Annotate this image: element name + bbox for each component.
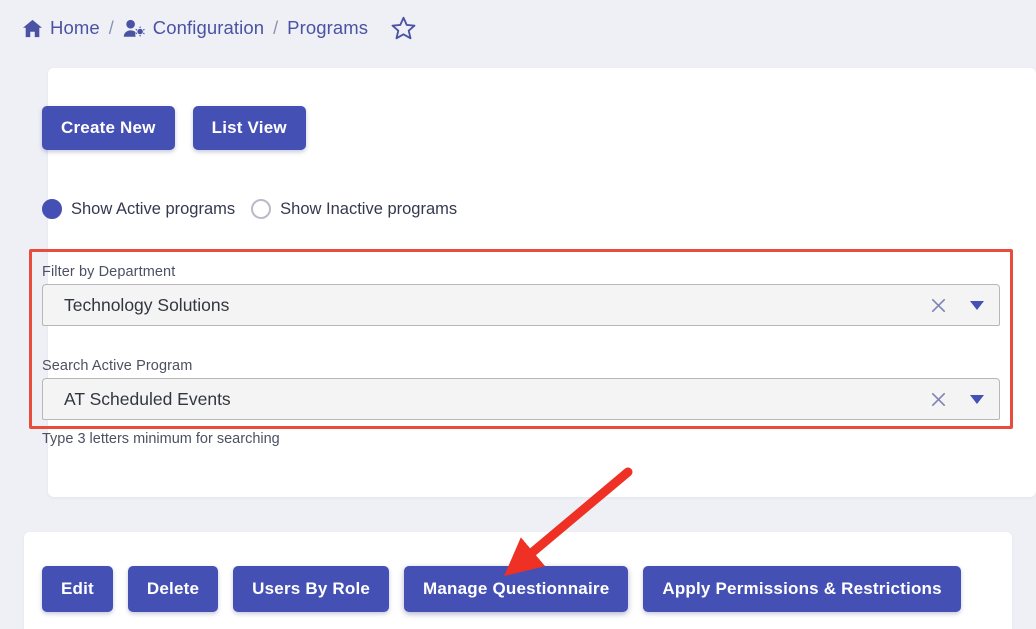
radio-show-inactive-programs[interactable]: Show Inactive programs: [251, 199, 457, 219]
breadcrumb-item-configuration[interactable]: Configuration: [123, 17, 264, 39]
program-search-label: Search Active Program: [42, 358, 193, 374]
chevron-down-icon[interactable]: [955, 300, 999, 310]
breadcrumb-label-home: Home: [50, 17, 100, 38]
department-filter-field: Filter by Department Technology Solution…: [42, 264, 1000, 326]
caret-triangle: [970, 394, 984, 404]
home-icon: [22, 19, 43, 38]
caret-triangle: [970, 300, 984, 310]
chevron-down-icon[interactable]: [955, 394, 999, 404]
department-select-value: Technology Solutions: [64, 294, 230, 315]
top-button-group: Create New List View: [42, 106, 306, 150]
create-new-button[interactable]: Create New: [42, 106, 175, 150]
breadcrumb-label-configuration: Configuration: [152, 17, 265, 38]
radio-indicator-active[interactable]: [42, 199, 62, 219]
delete-button[interactable]: Delete: [127, 566, 219, 612]
user-settings-icon: [123, 19, 146, 38]
radio-label-inactive: Show Inactive programs: [280, 199, 458, 218]
star-outline-icon[interactable]: [390, 15, 417, 41]
edit-button[interactable]: Edit: [42, 566, 113, 612]
list-view-button[interactable]: List View: [192, 106, 306, 150]
radio-indicator-inactive[interactable]: [251, 199, 272, 219]
breadcrumb-item-home[interactable]: Home: [22, 17, 100, 39]
program-select-value: AT Scheduled Events: [64, 388, 231, 409]
program-select[interactable]: AT Scheduled Events: [42, 378, 1000, 420]
apply-permissions-button[interactable]: Apply Permissions & Restrictions: [643, 566, 961, 612]
action-button-group: Edit Delete Users By Role Manage Questio…: [42, 566, 961, 612]
breadcrumb-separator-2: /: [273, 17, 279, 38]
department-filter-label: Filter by Department: [42, 264, 176, 280]
users-by-role-button[interactable]: Users By Role: [233, 566, 390, 612]
close-icon[interactable]: [921, 390, 955, 409]
radio-show-active-programs[interactable]: Show Active programs: [42, 199, 235, 219]
program-status-radio-group: Show Active programs Show Inactive progr…: [42, 199, 457, 219]
radio-label-active: Show Active programs: [71, 199, 236, 218]
breadcrumb-label-programs: Programs: [287, 17, 369, 38]
breadcrumb-item-programs[interactable]: Programs: [287, 17, 368, 39]
search-hint-text: Type 3 letters minimum for searching: [42, 431, 280, 447]
breadcrumb-separator-1: /: [108, 17, 114, 38]
breadcrumb: Home / Configuration / Programs: [0, 0, 1036, 56]
close-icon[interactable]: [921, 296, 955, 315]
department-select[interactable]: Technology Solutions: [42, 284, 1000, 326]
manage-questionnaire-button[interactable]: Manage Questionnaire: [404, 566, 629, 612]
program-search-field: Search Active Program AT Scheduled Event…: [42, 358, 1000, 420]
